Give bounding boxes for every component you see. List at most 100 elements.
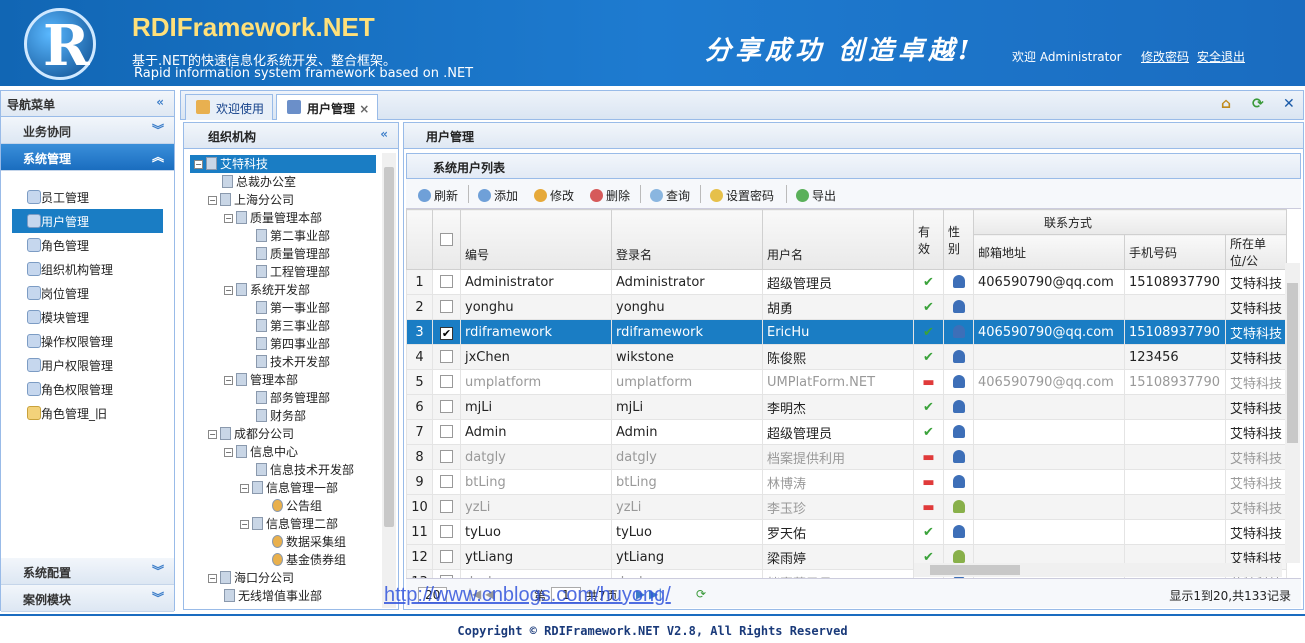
tree-node[interactable]: 信息技术开发部 xyxy=(256,461,354,479)
table-row[interactable]: 11 tyLuo tyLuo 罗天佑 ✔ 艾特科技 xyxy=(406,519,1288,545)
col-enabled[interactable]: 有效 xyxy=(913,209,944,270)
export-button[interactable]: 导出 xyxy=(796,187,836,204)
sidebar-item-org[interactable]: 组织机构管理 xyxy=(1,257,174,281)
query-button[interactable]: 查询 xyxy=(650,187,690,204)
sidebar-item-label: 用户权限管理 xyxy=(41,359,114,373)
set-password-button[interactable]: 设置密码 xyxy=(710,187,774,204)
tree-node[interactable]: 第一事业部 xyxy=(256,299,330,317)
collapse-left-icon[interactable]: « xyxy=(156,95,164,109)
cell-gender xyxy=(943,369,974,395)
tree-node[interactable]: − 成都分公司 xyxy=(208,425,294,443)
row-checkbox[interactable] xyxy=(432,494,461,520)
row-checkbox[interactable] xyxy=(432,519,461,545)
table-row[interactable]: 8 datgly datgly 档案提供利用 ▬ 艾特科技 xyxy=(406,444,1288,470)
cell-email xyxy=(973,494,1125,520)
sidebar-item-op-perms[interactable]: 操作权限管理 xyxy=(1,329,174,353)
section-business[interactable]: 业务协同 ︾ xyxy=(1,117,174,144)
scroll-thumb[interactable] xyxy=(384,167,394,527)
table-row[interactable]: 4 jxChen wikstone 陈俊熙 ✔ 123456 艾特科技 xyxy=(406,344,1288,370)
tree-node[interactable]: 质量管理部 xyxy=(256,245,330,263)
grid-hscroll[interactable] xyxy=(914,563,1282,577)
scroll-thumb[interactable] xyxy=(930,565,1020,575)
sidebar-item-modules[interactable]: 模块管理 xyxy=(1,305,174,329)
tree-node[interactable]: − 管理本部 xyxy=(224,371,298,389)
tree-node[interactable]: 公告组 xyxy=(272,497,322,515)
change-password-link[interactable]: 修改密码 xyxy=(1141,48,1189,65)
tree-node[interactable]: − 质量管理本部 xyxy=(224,209,322,227)
select-all-checkbox[interactable] xyxy=(432,209,461,270)
tree-node[interactable]: − 信息中心 xyxy=(224,443,298,461)
edit-button[interactable]: 修改 xyxy=(534,187,574,204)
tree-node[interactable]: 技术开发部 xyxy=(256,353,330,371)
table-row[interactable]: 1 Administrator Administrator 超级管理员 ✔ 4065907… xyxy=(406,269,1288,295)
row-checkbox[interactable] xyxy=(432,294,461,320)
sidebar-item-posts[interactable]: 岗位管理 xyxy=(1,281,174,305)
home-icon[interactable]: ⌂ xyxy=(1221,96,1231,112)
row-checkbox[interactable] xyxy=(432,419,461,445)
section-system[interactable]: 系统管理 ︽ xyxy=(1,144,174,171)
sidebar-item-roles-old[interactable]: 角色管理_旧 xyxy=(1,401,174,425)
org-scrollbar[interactable] xyxy=(382,153,396,608)
logout-link[interactable]: 安全退出 xyxy=(1197,48,1245,65)
sidebar-item-role-perms[interactable]: 角色权限管理 xyxy=(1,377,174,401)
row-checkbox[interactable] xyxy=(432,344,461,370)
row-checkbox[interactable] xyxy=(432,369,461,395)
close-icon[interactable]: × xyxy=(359,102,369,116)
row-checkbox[interactable] xyxy=(432,394,461,420)
section-cases-label: 案例模块 xyxy=(23,593,72,607)
row-checkbox[interactable] xyxy=(432,469,461,495)
tree-node[interactable]: − 海口分公司 xyxy=(208,569,294,587)
tree-node[interactable]: 总裁办公室 xyxy=(222,173,296,191)
tree-node[interactable]: 第四事业部 xyxy=(256,335,330,353)
table-row[interactable]: 6 mjLi mjLi 李明杰 ✔ 艾特科技 xyxy=(406,394,1288,420)
table-row[interactable]: 10 yzLi yzLi 李玉珍 ▬ 艾特科技 xyxy=(406,494,1288,520)
delete-button[interactable]: 删除 xyxy=(590,187,630,204)
row-checkbox[interactable] xyxy=(432,544,461,570)
section-config[interactable]: 系统配置 ︾ xyxy=(1,558,174,585)
cell-code: Admin xyxy=(460,419,612,445)
col-gender[interactable]: 性别 xyxy=(943,209,974,270)
tree-node[interactable]: − 信息管理二部 xyxy=(240,515,338,533)
sidebar-item-users[interactable]: 用户管理 xyxy=(12,209,163,233)
row-checkbox[interactable] xyxy=(432,269,461,295)
row-checkbox[interactable]: ✔ xyxy=(432,319,461,345)
collapse-left-icon[interactable]: « xyxy=(380,127,388,141)
tree-node[interactable]: 基金债券组 xyxy=(272,551,346,569)
refresh-icon[interactable]: ⟳ xyxy=(696,587,706,601)
col-email[interactable]: 邮箱地址 xyxy=(973,234,1125,270)
sidebar-item-user-perms[interactable]: 用户权限管理 xyxy=(1,353,174,377)
tree-node[interactable]: − 艾特科技 xyxy=(190,155,376,173)
col-login[interactable]: 登录名 xyxy=(611,209,763,270)
col-phone[interactable]: 手机号码 xyxy=(1124,234,1226,270)
table-row[interactable]: 9 btLing btLing 林博涛 ▬ 艾特科技 xyxy=(406,469,1288,495)
grid-vscroll[interactable] xyxy=(1285,263,1300,563)
scroll-thumb[interactable] xyxy=(1287,283,1298,443)
tree-node[interactable]: 工程管理部 xyxy=(256,263,330,281)
section-cases[interactable]: 案例模块 ︾ xyxy=(1,585,174,612)
table-row[interactable]: 3 ✔ rdiframework rdiframework EricHu ✔ 4065907… xyxy=(406,319,1288,345)
refresh-button[interactable]: 刷新 xyxy=(418,187,458,204)
tree-node[interactable]: − 信息管理一部 xyxy=(240,479,338,497)
tree-node[interactable]: − 上海分公司 xyxy=(208,191,294,209)
tree-node[interactable]: 财务部 xyxy=(256,407,306,425)
sidebar-item-employees[interactable]: 员工管理 xyxy=(1,185,174,209)
col-username[interactable]: 用户名 xyxy=(762,209,914,270)
add-button[interactable]: 添加 xyxy=(478,187,518,204)
tab-users[interactable]: 用户管理 × xyxy=(276,94,379,120)
tree-node[interactable]: 无线增值事业部 xyxy=(224,587,322,605)
col-code[interactable]: 编号 xyxy=(460,209,612,270)
tree-node[interactable]: 部务管理部 xyxy=(256,389,330,407)
tree-node[interactable]: 第二事业部 xyxy=(256,227,330,245)
row-checkbox[interactable] xyxy=(432,444,461,470)
table-row[interactable]: 2 yonghu yonghu 胡勇 ✔ 艾特科技 xyxy=(406,294,1288,320)
tree-node[interactable]: 第三事业部 xyxy=(256,317,330,335)
tree-node[interactable]: 数据采集组 xyxy=(272,533,346,551)
tree-node[interactable]: − 系统开发部 xyxy=(224,281,310,299)
refresh-icon[interactable]: ⟳ xyxy=(1252,96,1264,112)
close-icon[interactable]: ✕ xyxy=(1283,96,1295,112)
sidebar-item-roles[interactable]: 角色管理 xyxy=(1,233,174,257)
col-unit[interactable]: 所在单位/公 xyxy=(1224,234,1288,270)
tab-welcome[interactable]: 欢迎使用 xyxy=(185,94,274,120)
table-row[interactable]: 5 umplatform umplatform UMPlatForm.NET ▬ 4065… xyxy=(406,369,1288,395)
table-row[interactable]: 7 Admin Admin 超级管理员 ✔ 艾特科技 xyxy=(406,419,1288,445)
